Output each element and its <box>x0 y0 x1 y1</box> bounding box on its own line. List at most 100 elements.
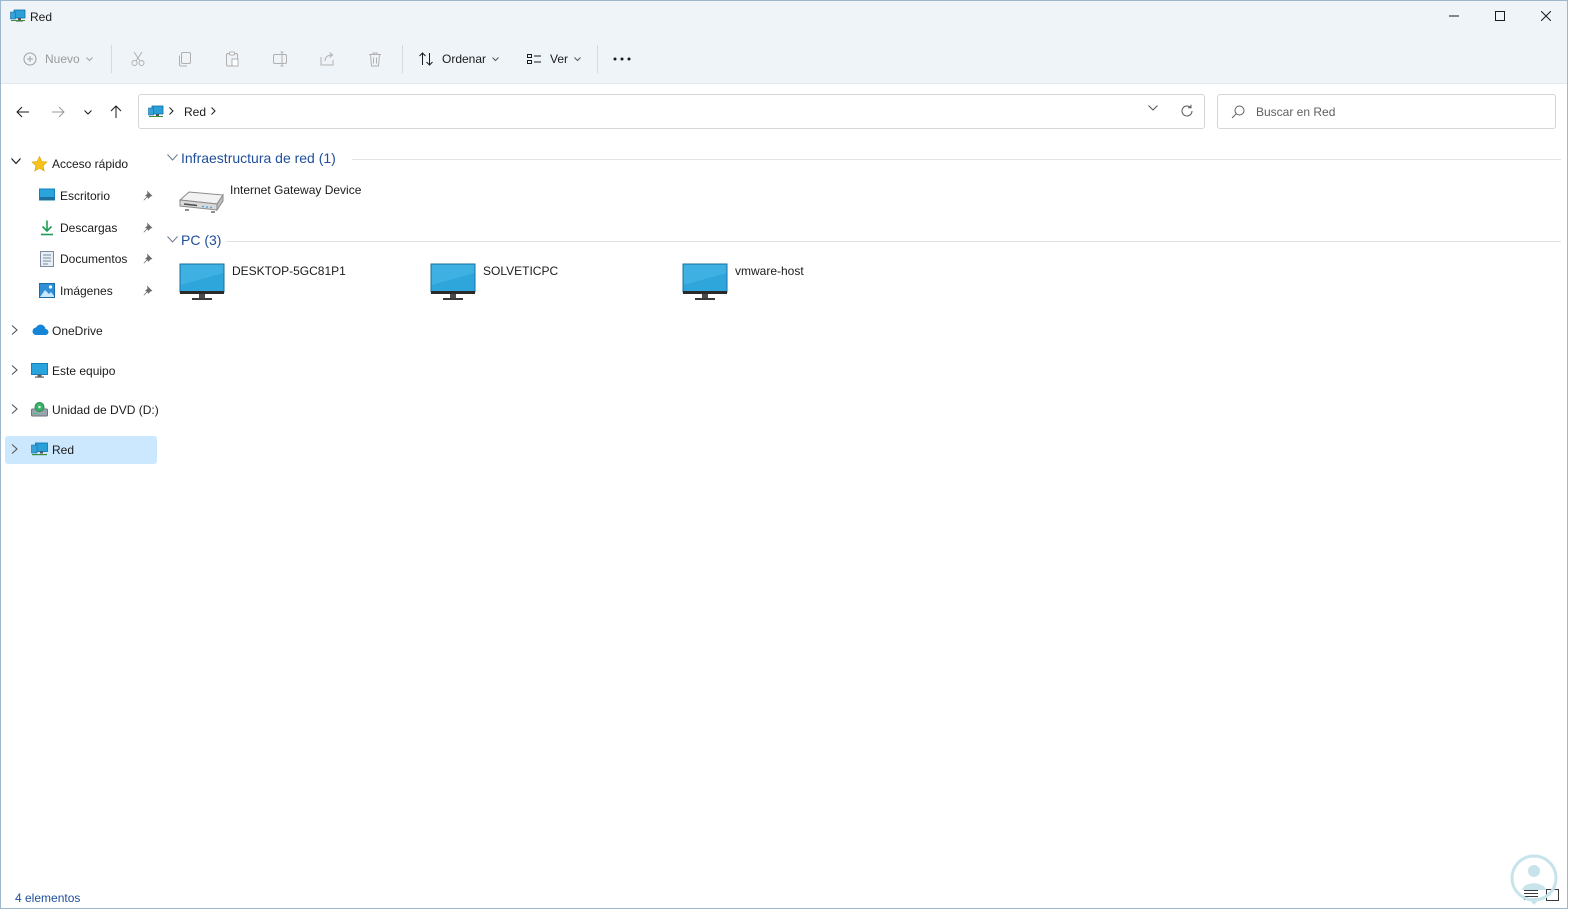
rename-button[interactable] <box>272 45 288 73</box>
item-label: DESKTOP-5GC81P1 <box>232 264 346 278</box>
chevron-down-icon[interactable] <box>167 236 178 243</box>
sidebar-item-this-pc[interactable]: Este equipo <box>5 357 157 385</box>
view-label: Ver <box>550 52 569 66</box>
sidebar-item-onedrive[interactable]: OneDrive <box>5 317 157 345</box>
sidebar-item-quick-access[interactable]: Acceso rápido <box>5 150 157 178</box>
up-button[interactable] <box>104 100 128 124</box>
pictures-icon <box>39 283 55 298</box>
sidebar-item-label: Acceso rápido <box>52 157 129 171</box>
search-icon <box>1231 105 1245 119</box>
cut-button[interactable] <box>130 45 146 73</box>
sidebar-item-desktop[interactable]: Escritorio <box>5 182 157 210</box>
sidebar-item-label: OneDrive <box>52 324 103 338</box>
cloud-icon <box>32 324 49 335</box>
dvd-drive-icon <box>31 402 48 417</box>
sidebar-item-label: Descargas <box>60 221 118 235</box>
window-title: Red <box>30 10 53 24</box>
recent-locations-button[interactable] <box>76 100 100 124</box>
navigation-pane: Acceso rápido Escritorio Descargas Docum… <box>1 146 161 886</box>
more-options-button[interactable] <box>613 45 631 73</box>
sort-label: Ordenar <box>442 52 487 66</box>
view-button[interactable]: Ver <box>526 45 581 73</box>
sort-button[interactable]: Ordenar <box>418 45 499 73</box>
network-icon <box>10 9 26 22</box>
desktop-icon <box>39 188 55 201</box>
pin-icon <box>143 253 153 264</box>
delete-icon <box>369 52 381 67</box>
maximize-button[interactable] <box>1477 1 1523 31</box>
router-icon <box>178 191 224 213</box>
toolbar-divider <box>597 45 598 73</box>
new-button[interactable]: Nuevo <box>23 45 93 73</box>
chevron-down-icon[interactable] <box>1148 105 1158 111</box>
list-item[interactable]: DESKTOP-5GC81P1 <box>179 263 419 309</box>
chevron-right-icon[interactable] <box>11 325 18 335</box>
share-button[interactable] <box>319 45 335 73</box>
group-header-network-infrastructure[interactable]: Infraestructura de red (1) <box>164 150 1561 168</box>
copy-icon <box>179 52 191 67</box>
download-icon <box>41 220 53 236</box>
close-button[interactable] <box>1523 1 1569 31</box>
back-button[interactable] <box>11 100 35 124</box>
arrow-right-icon <box>52 106 65 118</box>
delete-button[interactable] <box>367 45 383 73</box>
cut-icon <box>131 51 145 66</box>
pin-icon <box>143 190 153 201</box>
chevron-down-icon <box>574 56 581 61</box>
item-label: Internet Gateway Device <box>230 183 362 197</box>
sidebar-item-label: Red <box>52 443 75 457</box>
group-divider <box>226 241 1561 242</box>
chevron-right-icon[interactable] <box>11 444 18 454</box>
chevron-right-icon <box>169 107 174 115</box>
watermark-logo <box>1510 854 1558 905</box>
paste-button[interactable] <box>224 45 240 73</box>
chevron-right-icon[interactable] <box>211 107 216 115</box>
sidebar-item-downloads[interactable]: Descargas <box>5 214 157 242</box>
group-title: Infraestructura de red (1) <box>181 150 336 166</box>
list-item[interactable]: vmware-host <box>682 263 922 309</box>
sidebar-item-documents[interactable]: Documentos <box>5 245 157 273</box>
group-divider <box>352 159 1561 160</box>
chevron-down-icon <box>85 56 93 61</box>
monitor-icon <box>179 263 225 300</box>
new-icon <box>23 52 37 66</box>
item-label: vmware-host <box>735 264 804 278</box>
paste-icon <box>226 51 239 67</box>
star-icon <box>31 156 48 172</box>
chevron-down-icon[interactable] <box>11 158 21 165</box>
forward-button[interactable] <box>46 100 70 124</box>
sidebar-item-network[interactable]: Red <box>5 436 157 464</box>
sidebar-item-label: Imágenes <box>60 284 113 298</box>
sidebar-item-pictures[interactable]: Imágenes <box>5 277 157 305</box>
breadcrumb-red[interactable]: Red <box>184 105 206 119</box>
sidebar-item-label: Este equipo <box>52 364 116 378</box>
minimize-button[interactable] <box>1431 1 1477 31</box>
refresh-icon[interactable] <box>1180 104 1194 118</box>
more-icon <box>613 57 631 61</box>
chevron-right-icon[interactable] <box>11 404 18 414</box>
command-bar: Nuevo Ordenar Ver <box>1 33 1567 84</box>
documents-icon <box>40 251 54 267</box>
search-input[interactable] <box>1256 103 1536 121</box>
monitor-icon <box>430 263 476 300</box>
toolbar-divider <box>402 45 403 73</box>
share-icon <box>320 52 334 66</box>
view-icon <box>527 54 541 64</box>
sidebar-item-dvd-drive[interactable]: Unidad de DVD (D:) <box>5 396 159 424</box>
chevron-down-icon[interactable] <box>167 154 178 161</box>
group-title: PC (3) <box>181 232 222 248</box>
close-icon <box>1541 11 1551 21</box>
sort-icon <box>419 52 433 66</box>
pin-icon <box>143 222 153 233</box>
address-bar[interactable]: Red <box>138 94 1205 129</box>
chevron-down-icon <box>492 56 499 61</box>
search-box[interactable] <box>1217 94 1556 129</box>
sidebar-item-label: Unidad de DVD (D:) <box>52 403 159 417</box>
group-header-pc[interactable]: PC (3) <box>164 232 1561 250</box>
list-item[interactable]: Internet Gateway Device <box>177 182 417 228</box>
file-explorer-window: Red Nuevo Ordenar Ver Red Buscar en Red … <box>0 0 1568 909</box>
list-item[interactable]: SOLVETICPC <box>430 263 670 309</box>
monitor-icon <box>682 263 728 300</box>
copy-button[interactable] <box>177 45 193 73</box>
chevron-right-icon[interactable] <box>11 365 18 375</box>
